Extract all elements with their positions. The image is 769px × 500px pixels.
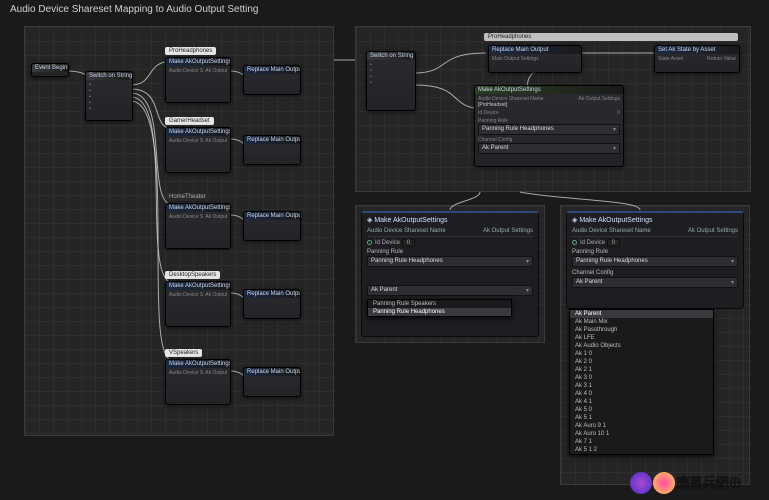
dropdown-option[interactable]: Ak Auro 10 1 xyxy=(570,430,713,438)
panning-dropdown[interactable]: Panning Rule Headphones▾ xyxy=(478,124,620,135)
replace-output-node[interactable]: Replace Main Output xyxy=(243,367,301,397)
category-tag: VSpeakers xyxy=(165,349,202,357)
switch-node[interactable]: Switch on String ••••• xyxy=(85,71,133,121)
make-settings-node[interactable]: Make AkOutputSettings Audio Device Share… xyxy=(165,203,231,249)
channel-dropdown[interactable]: Ak Parent▾ xyxy=(367,285,533,296)
dropdown-option[interactable]: Ak 3 1 xyxy=(570,382,713,390)
dropdown-option[interactable]: Ak 5 1 xyxy=(570,414,713,422)
category-tag: GamerHeadset xyxy=(165,117,214,125)
make-settings-node[interactable]: Make AkOutputSettings Audio Device Share… xyxy=(165,57,231,103)
panning-label: Panning Rule xyxy=(572,249,738,255)
dropdown-option[interactable]: Ak 4 1 xyxy=(570,398,713,406)
channel-dropdown[interactable]: Ak Parent▾ xyxy=(572,277,738,288)
category-tag: ProHeadphones xyxy=(165,47,216,55)
replace-output-node[interactable]: Replace Main Output xyxy=(243,135,301,165)
graph-canvas-right[interactable]: ◈ Make AkOutputSettings Audio Device Sha… xyxy=(560,205,750,485)
category-tag-large: ProHeadphones xyxy=(484,33,738,41)
make-settings-node-large[interactable]: Make AkOutputSettings Audio Device Share… xyxy=(474,85,624,167)
dropdown-option[interactable]: Ak 7 1 xyxy=(570,438,713,446)
panning-label: Panning Rule xyxy=(367,249,533,255)
switch-node[interactable]: Switch on String •••• xyxy=(366,51,416,111)
replace-output-node[interactable]: Replace Main Output xyxy=(243,211,301,241)
channel-dropdown-list[interactable]: Ak ParentAk Main MixAk PassthroughAk LFE… xyxy=(569,309,714,455)
make-settings-panel[interactable]: ◈ Make AkOutputSettings Audio Device Sha… xyxy=(361,211,539,337)
dropdown-option[interactable]: Panning Rule Headphones xyxy=(368,308,511,316)
switch-pins: ••••• xyxy=(86,80,132,115)
dropdown-option[interactable]: Ak Main Mix xyxy=(570,318,713,326)
id-device-field[interactable]: Id Device 0 xyxy=(367,240,533,246)
event-node-title: Event BeginPlay xyxy=(32,64,68,72)
graph-canvas-left[interactable]: Event BeginPlay Switch on String ••••• P… xyxy=(24,26,334,436)
make-settings-node[interactable]: Make AkOutputSettings Audio Device Share… xyxy=(165,359,231,405)
dropdown-option[interactable]: Panning Rule Speakers xyxy=(368,300,511,308)
make-settings-panel[interactable]: ◈ Make AkOutputSettings Audio Device Sha… xyxy=(566,211,744,309)
dropdown-option[interactable]: Ak 5 0 xyxy=(570,406,713,414)
switch-node-title: Switch on String xyxy=(86,72,132,80)
panning-dropdown-list[interactable]: Panning Rule Speakers Panning Rule Headp… xyxy=(367,299,512,317)
dropdown-option[interactable]: Ak 2 1 xyxy=(570,366,713,374)
category-tag: DesktopSpeakers xyxy=(165,271,220,279)
dropdown-option[interactable]: Ak 2 0 xyxy=(570,358,713,366)
dropdown-option[interactable]: Ak 4 0 xyxy=(570,390,713,398)
replace-output-node[interactable]: Replace Main Output xyxy=(243,65,301,95)
dropdown-option[interactable]: Ak LFE xyxy=(570,334,713,342)
dropdown-option[interactable]: Ak Parent xyxy=(570,310,713,318)
panel-title: ◈ Make AkOutputSettings xyxy=(572,216,738,224)
make-settings-node[interactable]: Make AkOutputSettings Audio Device Share… xyxy=(165,281,231,327)
make-settings-node[interactable]: Make AkOutputSettings Audio Device Share… xyxy=(165,127,231,173)
channel-dropdown[interactable]: Ak Parent▾ xyxy=(478,143,620,154)
dropdown-option[interactable]: Ak Audio Objects xyxy=(570,342,713,350)
channel-label: Channel Config xyxy=(572,270,738,276)
dropdown-option[interactable]: Ak 1 0 xyxy=(570,350,713,358)
panning-dropdown[interactable]: Panning Rule Headphones▾ xyxy=(572,256,738,267)
graph-canvas-topright[interactable]: ProHeadphones Switch on String •••• Repl… xyxy=(355,26,751,192)
graph-canvas-mid[interactable]: ◈ Make AkOutputSettings Audio Device Sha… xyxy=(355,205,545,343)
dropdown-option[interactable]: Ak Auro 9 1 xyxy=(570,422,713,430)
dropdown-option[interactable]: Ak 3 0 xyxy=(570,374,713,382)
replace-output-node[interactable]: Replace Main Output Main Output Settings xyxy=(488,45,582,73)
id-device-field[interactable]: Id Device 0 xyxy=(572,240,738,246)
page-title: Audio Device Shareset Mapping to Audio O… xyxy=(10,4,259,15)
panel-title: ◈ Make AkOutputSettings xyxy=(367,216,533,224)
watermark: 應募兵網⊕ xyxy=(630,472,741,494)
dropdown-option[interactable]: Ak 5 1 2 xyxy=(570,446,713,454)
panning-dropdown[interactable]: Panning Rule Headphones▾ xyxy=(367,256,533,267)
event-node[interactable]: Event BeginPlay xyxy=(31,63,69,77)
category-tag: HomeTheater xyxy=(165,193,210,201)
replace-output-node[interactable]: Replace Main Output xyxy=(243,289,301,319)
set-state-node[interactable]: Set Ak State by Asset State AssetReturn … xyxy=(654,45,740,73)
dropdown-option[interactable]: Ak Passthrough xyxy=(570,326,713,334)
